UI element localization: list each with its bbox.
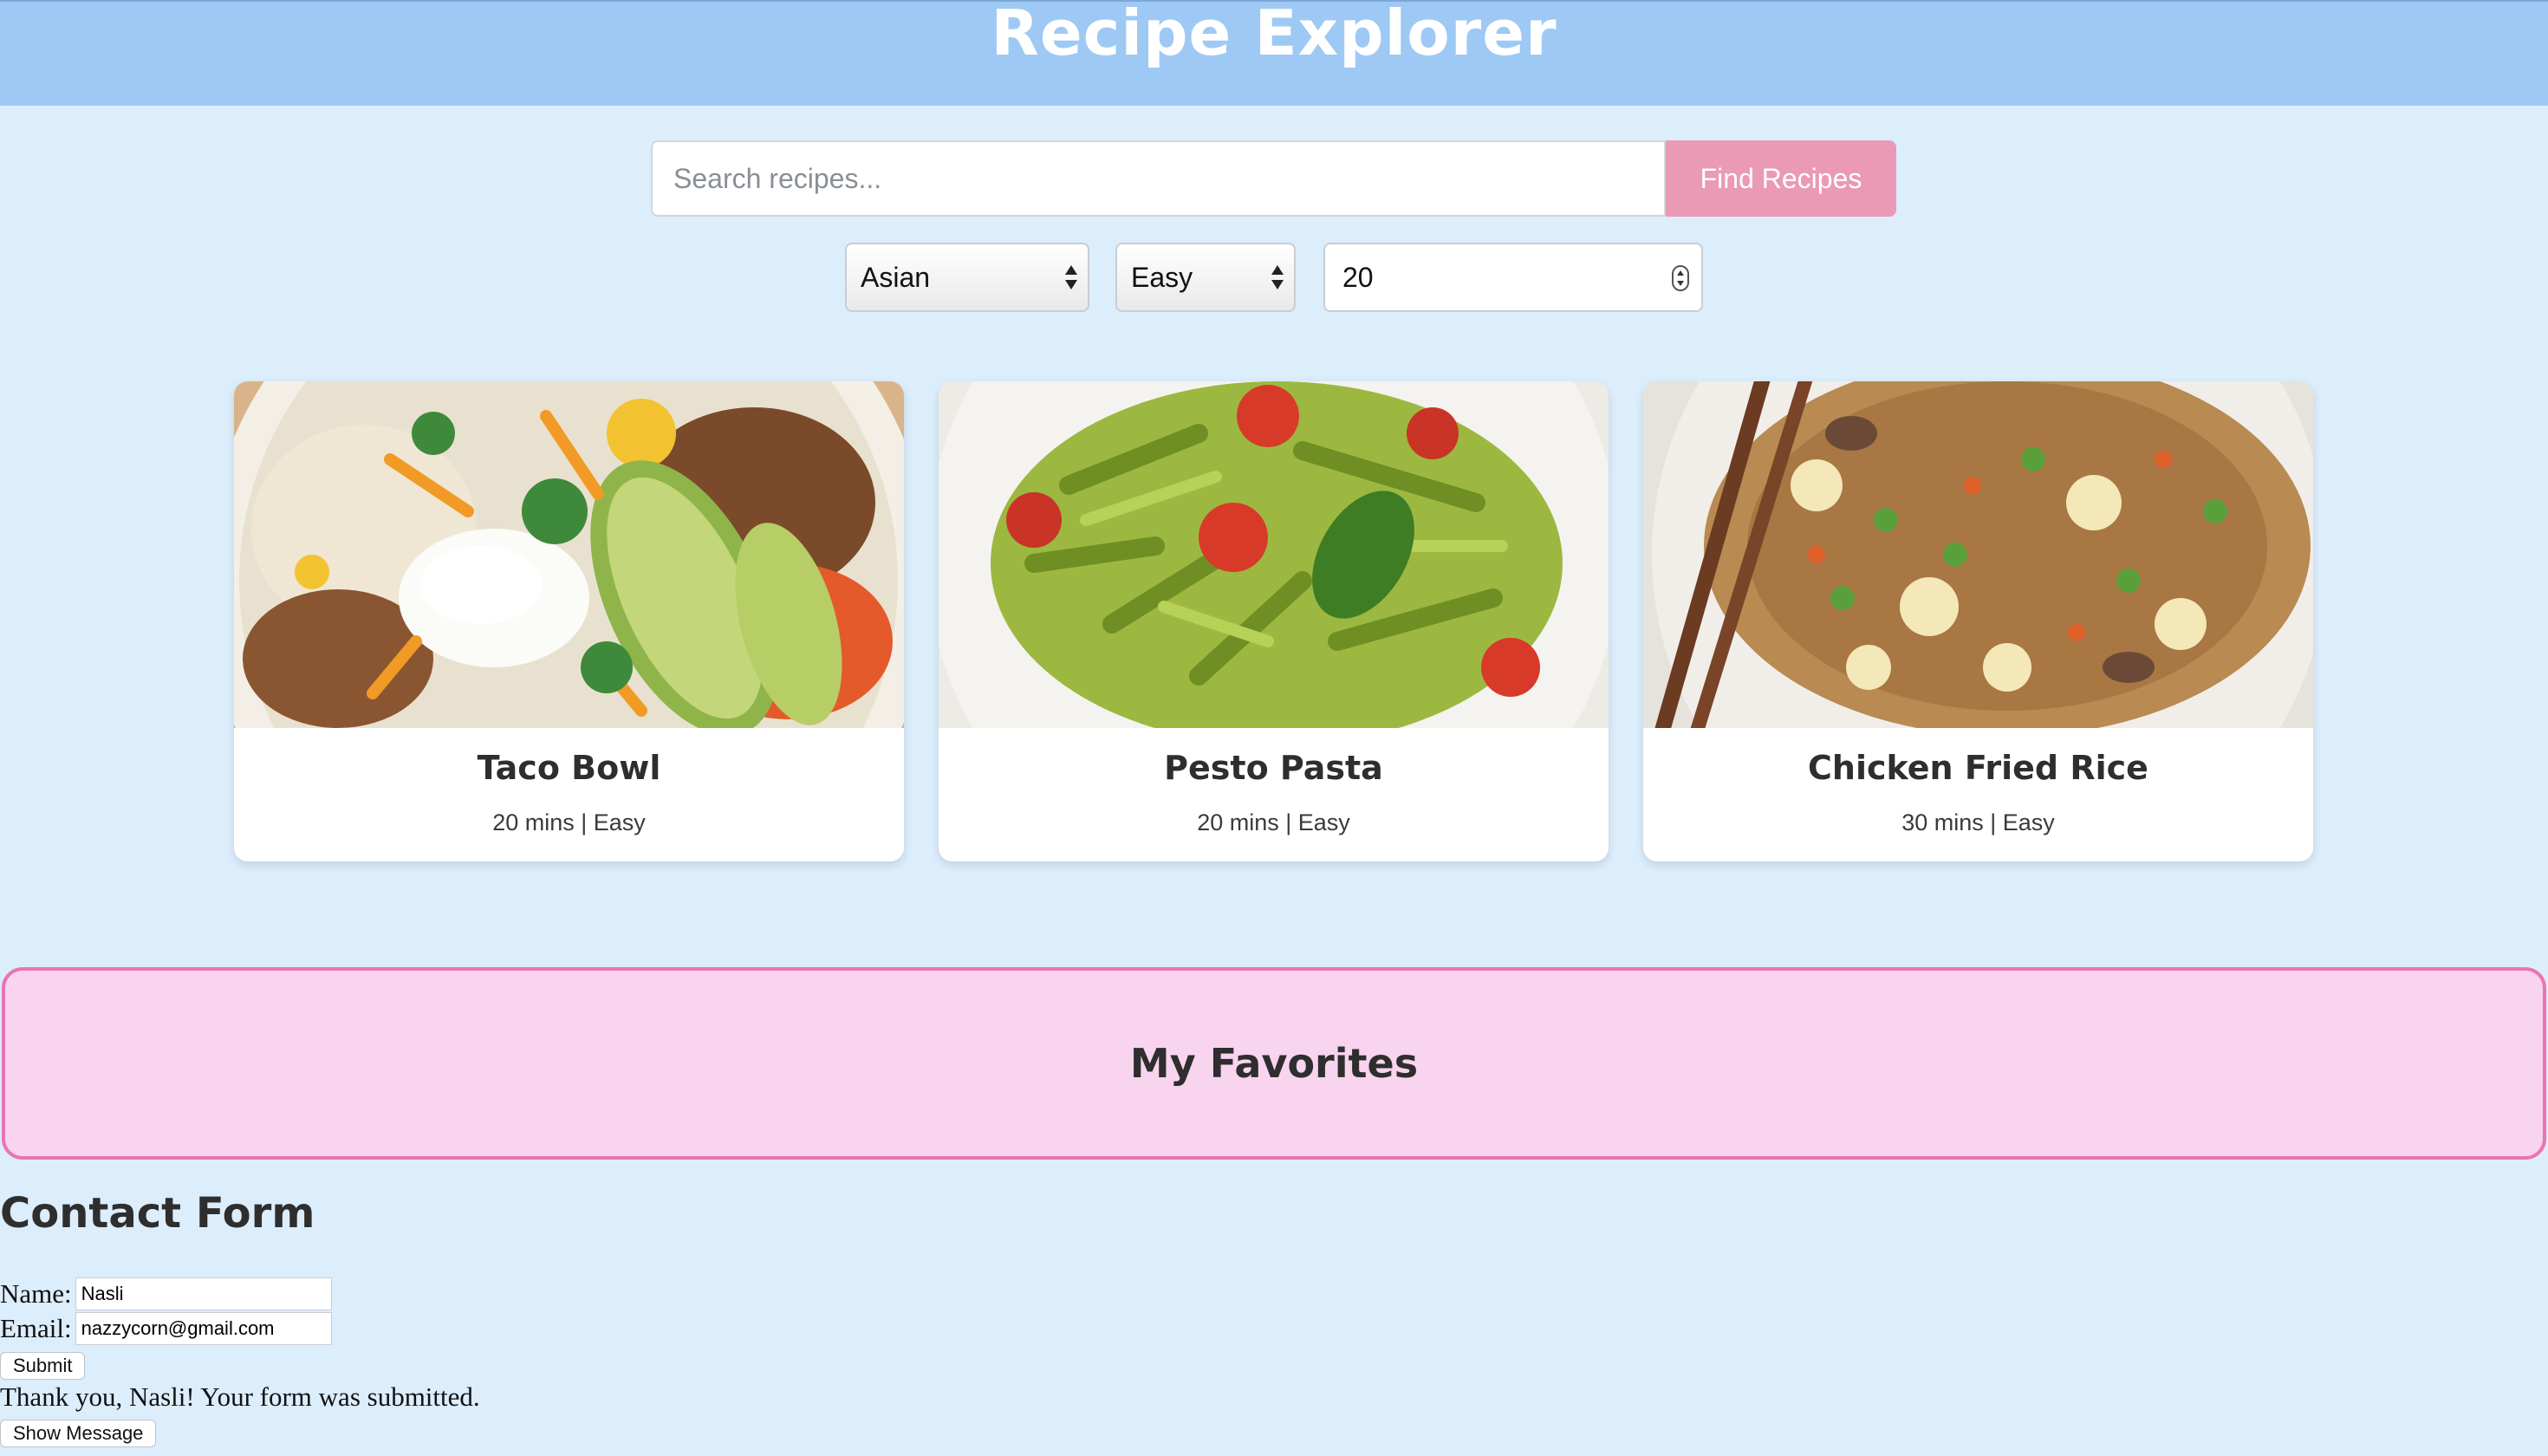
recipe-title: Taco Bowl bbox=[477, 749, 661, 787]
select-arrows-icon bbox=[1065, 263, 1077, 291]
contact-form-title: Contact Form bbox=[0, 1189, 315, 1238]
recipe-meta: 20 mins | Easy bbox=[492, 809, 646, 835]
difficulty-select-value: Easy bbox=[1131, 262, 1193, 293]
recipe-meta: 30 mins | Easy bbox=[1901, 809, 2055, 835]
recipe-meta: 20 mins | Easy bbox=[1197, 809, 1350, 835]
name-field[interactable] bbox=[75, 1277, 332, 1310]
recipe-card[interactable]: Chicken Fried Rice 30 mins | Easy bbox=[1643, 381, 2313, 861]
show-message-button[interactable]: Show Message bbox=[0, 1420, 157, 1447]
recipe-title: Pesto Pasta bbox=[1164, 749, 1383, 787]
chicken-fried-rice-photo bbox=[1643, 381, 2313, 728]
taco-bowl-photo bbox=[234, 381, 904, 728]
name-label: Name: bbox=[0, 1278, 72, 1309]
favorites-title: My Favorites bbox=[1129, 1040, 1419, 1087]
pesto-pasta-photo bbox=[939, 381, 1609, 728]
find-recipes-button[interactable]: Find Recipes bbox=[1666, 140, 1896, 217]
recipe-card[interactable]: Pesto Pasta 20 mins | Easy bbox=[939, 381, 1609, 861]
difficulty-select[interactable]: Easy bbox=[1115, 243, 1296, 312]
email-field[interactable] bbox=[75, 1312, 332, 1345]
filter-bar: Asian Easy 20 bbox=[845, 243, 1703, 312]
email-label: Email: bbox=[0, 1313, 72, 1343]
spinner-icon[interactable] bbox=[1672, 265, 1689, 291]
header-bar: Recipe Explorer bbox=[0, 0, 2548, 106]
recipe-card[interactable]: Taco Bowl 20 mins | Easy bbox=[234, 381, 904, 861]
email-row: Email: bbox=[0, 1312, 332, 1345]
max-time-input[interactable]: 20 bbox=[1323, 243, 1703, 312]
recipe-title: Chicken Fried Rice bbox=[1808, 749, 2148, 787]
search-bar: Find Recipes bbox=[651, 140, 1896, 217]
cuisine-select[interactable]: Asian bbox=[845, 243, 1089, 312]
submit-button[interactable]: Submit bbox=[0, 1352, 86, 1380]
favorites-section: My Favorites bbox=[2, 967, 2546, 1160]
cuisine-select-value: Asian bbox=[861, 262, 931, 293]
select-arrows-icon bbox=[1271, 263, 1284, 291]
thank-you-message: Thank you, Nasli! Your form was submitte… bbox=[0, 1381, 480, 1412]
search-input[interactable] bbox=[651, 140, 1666, 217]
max-time-value: 20 bbox=[1342, 262, 1374, 293]
page-title: Recipe Explorer bbox=[991, 0, 1557, 69]
name-row: Name: bbox=[0, 1277, 332, 1310]
